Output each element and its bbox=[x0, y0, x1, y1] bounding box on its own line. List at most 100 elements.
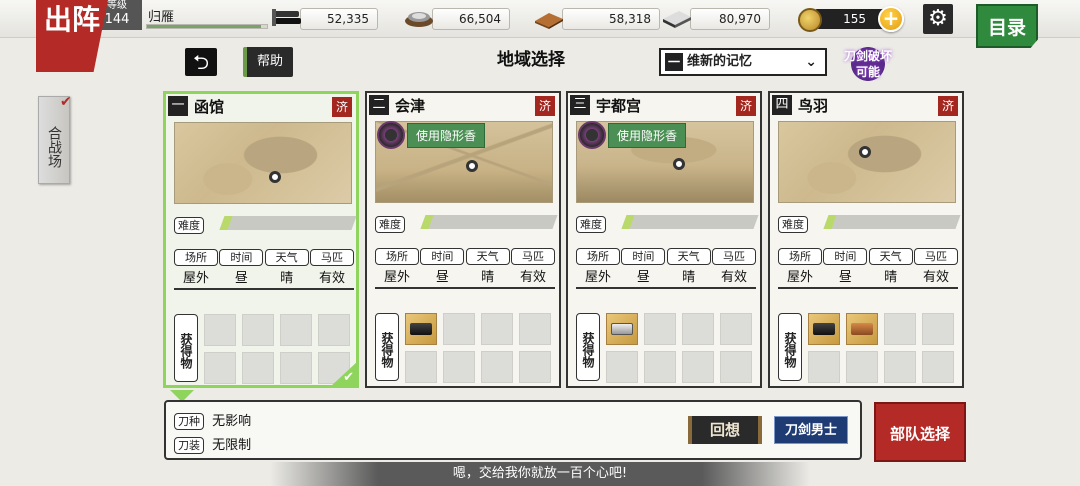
loot-slot bbox=[405, 313, 437, 345]
card-header: 一 函馆 济 bbox=[166, 94, 356, 120]
map-pin-icon bbox=[269, 171, 281, 183]
loot-slot bbox=[682, 313, 714, 345]
loot-slot bbox=[808, 313, 840, 345]
info-panel: 刀种 无影响 刀装 无限制 回想 刀剑男士 bbox=[164, 400, 862, 460]
loot-slot bbox=[242, 352, 274, 384]
difficulty-row: 难度 bbox=[778, 213, 961, 233]
time-value: 昼 bbox=[435, 270, 449, 285]
loot-slot bbox=[884, 351, 916, 383]
loot-slot bbox=[846, 313, 878, 345]
time-value: 昼 bbox=[838, 270, 852, 285]
help-button[interactable]: 帮助 bbox=[243, 47, 293, 77]
loot-slot bbox=[405, 351, 437, 383]
difficulty-label: 难度 bbox=[778, 216, 808, 233]
sword-type-value: 无影响 bbox=[212, 414, 252, 429]
loot-grid bbox=[204, 314, 350, 384]
loot-slot bbox=[606, 313, 638, 345]
loot-slot bbox=[519, 351, 551, 383]
time-value: 昼 bbox=[636, 270, 650, 285]
location-value: 屋外 bbox=[182, 271, 209, 286]
incense-button[interactable]: 使用隐形香 bbox=[578, 121, 687, 149]
loot-slot bbox=[720, 351, 752, 383]
weather-label: 天气 bbox=[264, 249, 309, 266]
incense-label: 使用隐形香 bbox=[407, 122, 486, 148]
difficulty-row: 难度 bbox=[375, 213, 558, 233]
loot-slot bbox=[280, 352, 312, 384]
difficulty-row: 难度 bbox=[576, 213, 759, 233]
area-card-4[interactable]: 四 鸟羽 济 难度 场所 时间 天气 马匹 屋外 昼 晴 有效 获得物 bbox=[768, 91, 964, 388]
equipment-label: 刀装 bbox=[174, 437, 204, 454]
time-label: 时间 bbox=[823, 248, 868, 265]
sword-type-row: 刀种 无影响 bbox=[174, 410, 251, 430]
loot-grid bbox=[808, 313, 954, 383]
difficulty-fill bbox=[823, 215, 837, 229]
location-value: 屋外 bbox=[584, 270, 611, 285]
recall-button[interactable]: 回想 bbox=[688, 416, 762, 444]
difficulty-bar bbox=[420, 215, 558, 229]
location-label: 场所 bbox=[375, 248, 419, 265]
cleared-badge: 济 bbox=[938, 96, 958, 116]
area-name: 鸟羽 bbox=[798, 97, 829, 115]
loot-label: 获得物 bbox=[174, 314, 198, 382]
location-label: 场所 bbox=[174, 249, 218, 266]
map-pin-icon bbox=[859, 146, 871, 158]
horse-value: 有效 bbox=[519, 270, 546, 285]
charcoal-icon bbox=[270, 6, 304, 30]
sword-danshi-button[interactable]: 刀剑男士 bbox=[774, 416, 848, 444]
card-header: 三 宇都宫 济 bbox=[568, 93, 760, 119]
condition-values: 屋外 昼 晴 有效 bbox=[174, 267, 354, 290]
menu-button[interactable]: 目录 bbox=[976, 4, 1038, 48]
condition-labels: 场所 时间 天气 马匹 bbox=[576, 245, 756, 265]
condition-labels: 场所 时间 天气 马匹 bbox=[174, 246, 354, 266]
difficulty-bar bbox=[219, 216, 357, 230]
card-header: 二 会津 济 bbox=[367, 93, 559, 119]
weather-value: 晴 bbox=[481, 270, 495, 285]
area-name: 函馆 bbox=[194, 98, 225, 116]
loot-slot bbox=[606, 351, 638, 383]
area-map bbox=[778, 121, 956, 203]
condition-values: 屋外 昼 晴 有效 bbox=[576, 266, 756, 289]
squad-select-button[interactable]: 部队选择 bbox=[874, 402, 966, 462]
settings-gear-icon[interactable]: ⚙ bbox=[923, 4, 953, 34]
condition-labels: 场所 时间 天气 马匹 bbox=[375, 245, 555, 265]
difficulty-fill bbox=[219, 216, 233, 230]
charcoal-value: 52,335 bbox=[300, 8, 378, 30]
difficulty-bar bbox=[621, 215, 759, 229]
xp-bar-fill bbox=[147, 25, 261, 28]
break-line-2: 可能 bbox=[855, 65, 880, 79]
incense-button[interactable]: 使用隐形香 bbox=[377, 121, 486, 149]
loot-slot bbox=[481, 313, 513, 345]
area-card-3[interactable]: 三 宇都宫 济 使用隐形香 难度 场所 时间 天气 马匹 屋外 昼 晴 有效 获… bbox=[566, 91, 762, 388]
chevron-down-icon: ⌄ bbox=[805, 54, 817, 70]
add-koban-button[interactable]: + bbox=[878, 6, 904, 32]
loot-slot bbox=[519, 313, 551, 345]
loot-grid bbox=[405, 313, 551, 383]
loot-slot bbox=[443, 351, 475, 383]
area-card-2[interactable]: 二 会津 济 使用隐形香 难度 场所 时间 天气 马匹 屋外 昼 晴 有效 获得… bbox=[365, 91, 561, 388]
horse-value: 有效 bbox=[720, 270, 747, 285]
cleared-badge: 济 bbox=[535, 96, 555, 116]
era-select[interactable]: 一维新的记忆 ⌄ bbox=[659, 48, 827, 76]
koban-coin-icon bbox=[798, 8, 822, 32]
condition-values: 屋外 昼 晴 有效 bbox=[375, 266, 555, 289]
difficulty-fill bbox=[420, 215, 434, 229]
break-line-1: 刀剑破坏 bbox=[843, 49, 892, 63]
horse-label: 马匹 bbox=[510, 248, 555, 265]
loot-slot bbox=[922, 313, 954, 345]
page-title: 地域选择 bbox=[497, 50, 565, 70]
area-map bbox=[174, 122, 352, 204]
back-button[interactable]: ⮌ bbox=[185, 48, 217, 76]
area-card-1[interactable]: 一 函馆 济 难度 场所 时间 天气 马匹 屋外 昼 晴 有效 获得物 bbox=[163, 91, 359, 388]
whetstone-value: 80,970 bbox=[690, 8, 770, 30]
horse-label: 马匹 bbox=[309, 249, 354, 266]
dialogue-text: 嗯，交给我你就放一百个心吧! bbox=[270, 462, 810, 486]
weather-value: 晴 bbox=[280, 271, 294, 286]
loot-slot bbox=[922, 351, 954, 383]
difficulty-row: 难度 bbox=[174, 214, 357, 234]
area-number: 三 bbox=[570, 95, 590, 115]
whetstone-icon bbox=[660, 6, 694, 30]
weather-label: 天气 bbox=[666, 248, 711, 265]
incense-icon bbox=[578, 121, 606, 149]
weather-label: 天气 bbox=[868, 248, 913, 265]
difficulty-bar bbox=[823, 215, 961, 229]
